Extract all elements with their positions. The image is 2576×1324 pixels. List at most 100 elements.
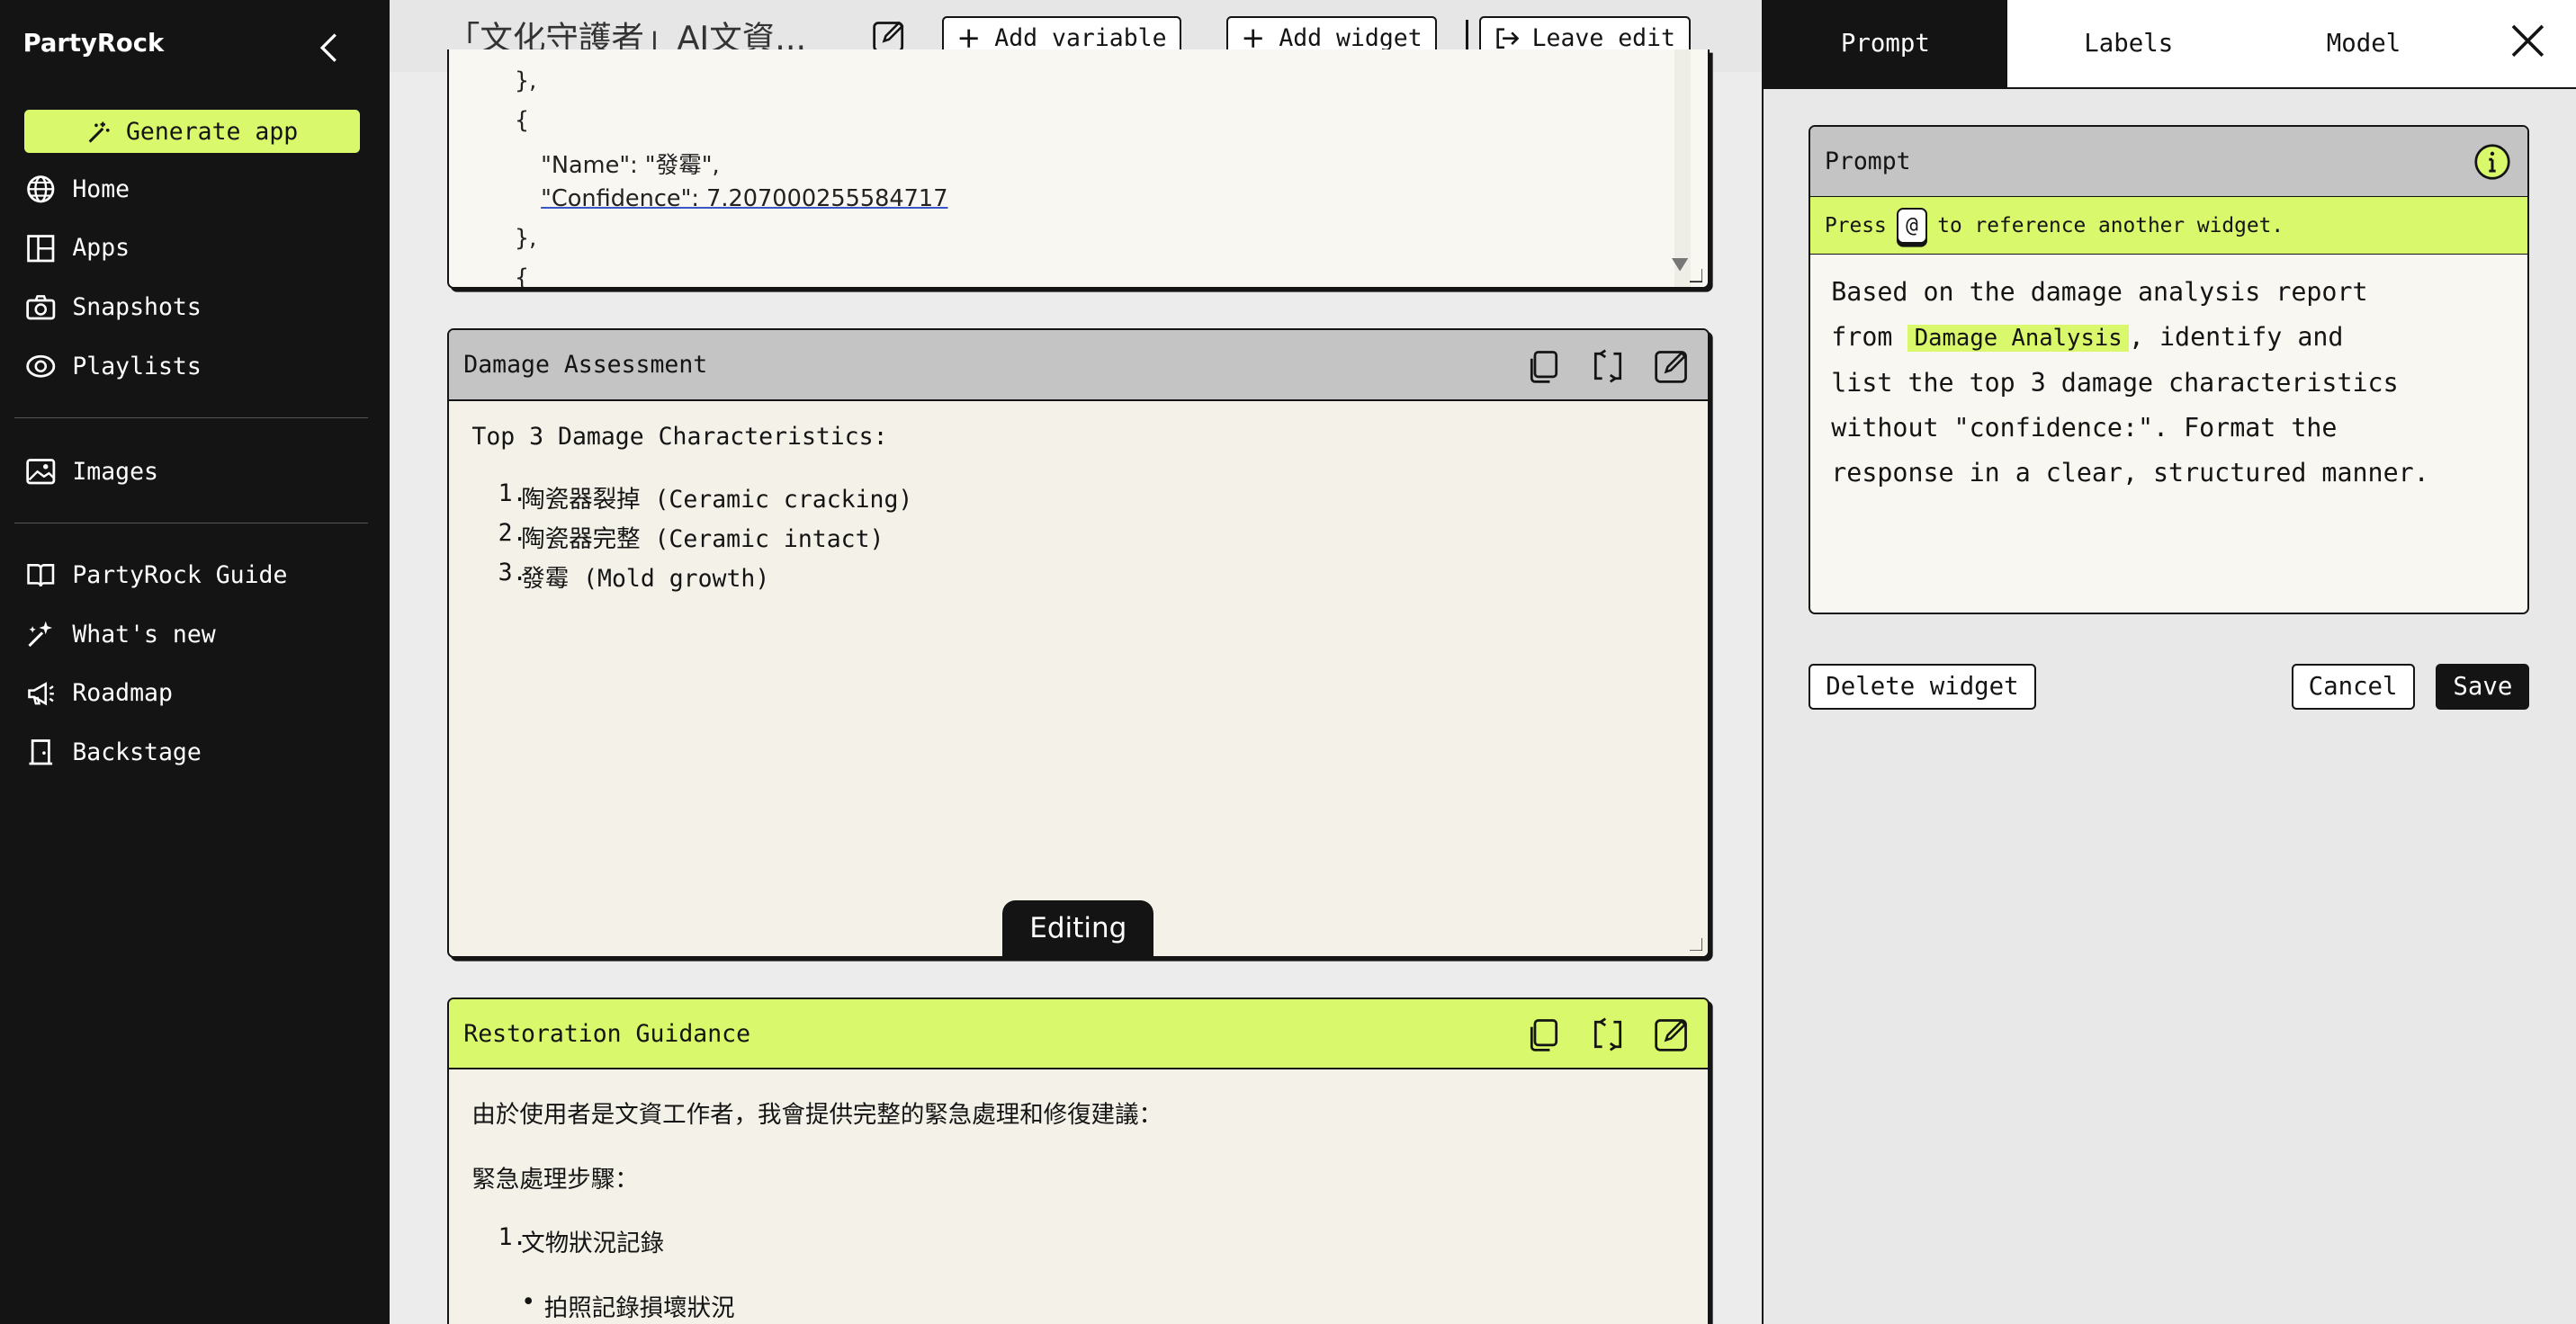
info-button[interactable]	[2473, 143, 2511, 181]
prompt-editor: Prompt Press @ to reference another widg…	[1808, 124, 2530, 615]
json-line: },	[514, 67, 537, 94]
json-line: {	[514, 106, 530, 134]
widget-header: Damage Assessment	[448, 330, 1708, 401]
resize-handle-icon[interactable]	[1689, 269, 1703, 283]
door-icon	[24, 736, 58, 769]
sidebar-item-label: What's new	[72, 620, 216, 649]
sidebar-item-label: Images	[72, 457, 158, 486]
playlist-icon	[24, 350, 58, 383]
sidebar-item-label: Home	[72, 174, 130, 203]
edit-widget-button[interactable]	[1653, 1015, 1691, 1053]
leave-edit-label: Leave edit	[1531, 24, 1675, 53]
sidebar-item-images[interactable]: Images	[24, 452, 158, 491]
prompt-heading: Prompt	[1824, 148, 1911, 176]
megaphone-icon	[24, 677, 58, 711]
list-number: 1.	[498, 1223, 527, 1252]
globe-icon	[24, 173, 58, 206]
cancel-button[interactable]: Cancel	[2291, 663, 2415, 711]
sidebar-item-label: Backstage	[72, 738, 202, 767]
assessment-intro: Top 3 Damage Characteristics:	[471, 422, 888, 451]
sidebar-item-apps[interactable]: Apps	[24, 228, 130, 268]
at-key: @	[1896, 207, 1928, 244]
sidebar: PartyRock Generate app Home Apps Snapsho…	[0, 0, 390, 1324]
damage-analysis-widget: }, { "Name": "發霉", "Confidence": 7.20700…	[446, 49, 1710, 290]
partyrock-editor: PartyRock Generate app Home Apps Snapsho…	[0, 0, 2576, 1324]
generate-app-label: Generate app	[126, 117, 299, 146]
sidebar-divider	[14, 416, 369, 418]
widget-title: Damage Assessment	[463, 351, 708, 380]
plus-icon	[959, 29, 979, 48]
regenerate-button[interactable]	[1589, 347, 1627, 385]
collapse-sidebar-button[interactable]	[314, 30, 344, 66]
sidebar-item-guide[interactable]: PartyRock Guide	[24, 555, 287, 595]
magic-wand-icon	[88, 121, 110, 143]
json-line: "Confidence": 7.207000255584717	[541, 185, 948, 213]
plus-icon	[1243, 29, 1263, 48]
tab-labels[interactable]: Labels	[2007, 0, 2250, 87]
sidebar-item-home[interactable]: Home	[24, 169, 130, 209]
info-icon	[2474, 144, 2510, 180]
prompt-textarea[interactable]: Based on the damage analysis report from…	[1810, 255, 2528, 510]
sidebar-item-label: Snapshots	[72, 293, 202, 322]
sidebar-item-label: Roadmap	[72, 679, 173, 708]
widget-actions	[1525, 347, 1691, 385]
reference-hint: Press @ to reference another widget.	[1809, 197, 2528, 255]
widget-actions	[1525, 1015, 1691, 1053]
book-icon	[24, 559, 58, 592]
json-line: },	[514, 225, 537, 253]
json-line: {	[514, 264, 530, 290]
sidebar-item-backstage[interactable]: Backstage	[24, 733, 202, 773]
widget-mention-chip[interactable]: Damage Analysis	[1907, 324, 2129, 352]
edit-widget-button[interactable]	[1653, 347, 1691, 385]
resize-handle-icon[interactable]	[1689, 937, 1703, 952]
camera-icon	[24, 291, 58, 324]
copy-button[interactable]	[1525, 347, 1563, 385]
close-panel-button[interactable]	[2503, 16, 2553, 66]
widget-body: Top 3 Damage Characteristics: 1. 陶瓷器裂掉 (C…	[449, 401, 1708, 620]
restoration-subheading: 緊急處理步驟：	[471, 1165, 639, 1194]
sparkles-icon	[24, 618, 58, 651]
chevron-left-icon	[319, 33, 337, 62]
tab-model[interactable]: Model	[2250, 0, 2477, 87]
generate-app-button[interactable]: Generate app	[24, 110, 361, 153]
widget-title: Restoration Guidance	[463, 1019, 751, 1048]
list-item: • 拍照記錄損壞狀況	[521, 1288, 735, 1323]
tab-prompt[interactable]: Prompt	[1764, 0, 2007, 87]
copy-icon	[1530, 1019, 1558, 1051]
pencil-icon	[1655, 350, 1688, 383]
sidebar-item-whats-new[interactable]: What's new	[24, 614, 216, 654]
sidebar-item-playlists[interactable]: Playlists	[24, 346, 202, 386]
sidebar-item-label: PartyRock Guide	[72, 560, 288, 589]
sidebar-item-label: Playlists	[72, 352, 202, 380]
save-button[interactable]: Save	[2436, 663, 2530, 711]
pencil-icon	[1655, 1019, 1688, 1051]
add-variable-label: Add variable	[994, 24, 1167, 53]
regenerate-button[interactable]	[1589, 1015, 1627, 1053]
brand-logo[interactable]: PartyRock	[23, 30, 165, 58]
widget-settings-panel: Prompt Labels Model Prompt Press @ to re…	[1762, 0, 2576, 1324]
widget-header: Restoration Guidance	[448, 998, 1708, 1070]
editing-badge: Editing	[1002, 900, 1154, 957]
sidebar-item-label: Apps	[72, 234, 130, 263]
exit-icon	[1495, 28, 1519, 49]
list-item: 1. 陶瓷器裂掉 (Ceramic cracking)	[498, 479, 913, 514]
delete-widget-button[interactable]: Delete widget	[1808, 663, 2037, 711]
sidebar-item-roadmap[interactable]: Roadmap	[24, 674, 173, 713]
list-item: 2. 陶瓷器完整 (Ceramic intact)	[498, 519, 884, 554]
damage-assessment-widget: Damage Assessment Top 3 Damage Character…	[446, 328, 1710, 958]
scrollbar[interactable]	[1674, 49, 1692, 288]
scroll-down-arrow-icon[interactable]	[1671, 257, 1688, 272]
prompt-header: Prompt	[1809, 126, 2528, 198]
close-icon	[2511, 24, 2545, 58]
refresh-icon	[1594, 1017, 1622, 1051]
refresh-icon	[1594, 349, 1622, 383]
copy-button[interactable]	[1525, 1015, 1563, 1053]
panel-tabs: Prompt Labels Model	[1764, 0, 2576, 89]
json-line: "Name": "發霉",	[541, 151, 720, 179]
sidebar-item-snapshots[interactable]: Snapshots	[24, 288, 202, 327]
images-icon	[24, 455, 58, 488]
damage-list: 1. 陶瓷器裂掉 (Ceramic cracking) 2. 陶瓷器完整 (Cera…	[471, 479, 1684, 597]
restoration-guidance-widget: Restoration Guidance 由於使用者是文資工作者，我會提供完整的…	[446, 997, 1710, 1324]
list-item: 1. 文物狀況記錄	[471, 1223, 1684, 1258]
widget-body: 由於使用者是文資工作者，我會提供完整的緊急處理和修復建議： 緊急處理步驟： 1.…	[449, 1069, 1708, 1324]
